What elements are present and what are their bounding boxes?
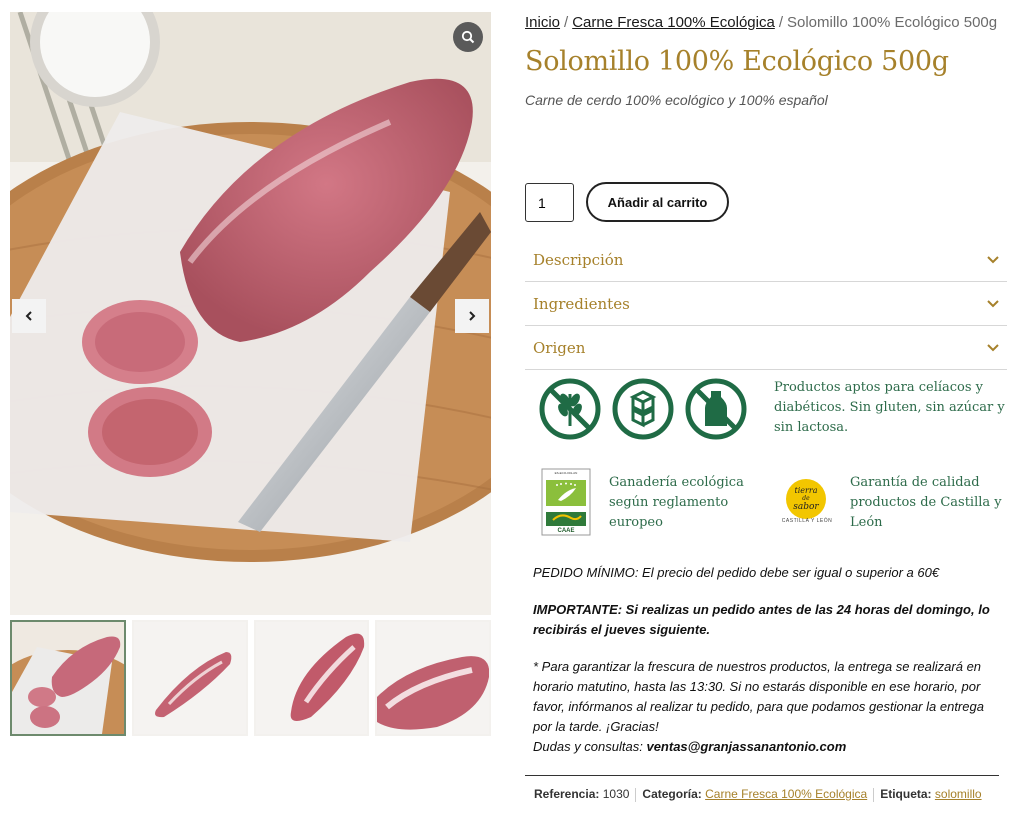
breadcrumb-category-link[interactable]: Carne Fresca 100% Ecológica	[572, 14, 775, 31]
accordion-origin[interactable]: Origen	[525, 326, 1007, 370]
eu-organic-certification-logo: ES-ECO-001-AN CAAE	[541, 468, 591, 536]
thumbnail-4[interactable]	[375, 620, 491, 736]
chevron-down-icon	[987, 343, 999, 351]
thumbnail-image	[255, 622, 368, 734]
thumbnail-1[interactable]	[10, 620, 126, 736]
diet-badges	[539, 378, 747, 440]
delivery-note-text: * Para garantizar la frescura de nuestro…	[533, 659, 984, 734]
breadcrumb: Inicio / Carne Fresca 100% Ecológica / Solom…	[525, 14, 997, 31]
contact-prefix: Dudas y consultas:	[533, 739, 643, 754]
breadcrumb-separator: /	[564, 14, 569, 31]
thumbnail-image	[377, 622, 490, 734]
magnifier-icon	[461, 30, 475, 44]
accordion-ingredients[interactable]: Ingredientes	[525, 282, 1007, 326]
logo-line: de	[802, 495, 810, 502]
delivery-important-notice: IMPORTANTE: Si realizas un pedido antes …	[533, 602, 990, 637]
sugar-free-icon	[612, 378, 674, 440]
quantity-input[interactable]	[525, 183, 574, 222]
logo-line: sabor	[793, 502, 819, 512]
eco-code-text: ES-ECO-001-AN	[555, 471, 578, 475]
contact-email[interactable]: ventas@granjassanantonio.com	[646, 739, 846, 754]
accordion-label: Origen	[533, 338, 586, 357]
meta-separator	[873, 787, 875, 802]
thumbnail-2[interactable]	[131, 620, 248, 736]
meta-divider	[525, 775, 999, 776]
accordion-label: Descripción	[533, 250, 624, 269]
pork-tenderloin-photo	[10, 12, 491, 615]
product-main-image[interactable]	[10, 12, 491, 615]
product-accordion: Descripción Ingredientes Origen	[525, 238, 1007, 370]
sku-label: Referencia:	[534, 787, 600, 801]
chevron-left-icon	[25, 311, 32, 321]
chevron-right-icon	[469, 311, 476, 321]
gluten-free-icon	[539, 378, 601, 440]
eco-certification-text: Ganadería ecológica según reglamento eur…	[609, 475, 744, 530]
category-link[interactable]: Carne Fresca 100% Ecológica	[705, 787, 867, 801]
logo-line: tierra	[795, 486, 818, 495]
tag-link[interactable]: solomillo	[935, 787, 982, 801]
product-subtitle: Carne de cerdo 100% ecológico y 100% esp…	[525, 92, 828, 108]
regional-certification-text: Garantía de calidad productos de Castill…	[850, 475, 1002, 530]
breadcrumb-home-link[interactable]: Inicio	[525, 14, 560, 31]
zoom-button[interactable]	[453, 22, 483, 52]
product-title: Solomillo 100% Ecológico 500g	[525, 46, 949, 77]
delivery-note: * Para garantizar la frescura de nuestro…	[533, 657, 999, 757]
caae-label: CAAE	[557, 528, 574, 534]
product-meta: Referencia: 1030 Categoría: Carne Fresca …	[534, 787, 982, 802]
tag-label: Etiqueta:	[880, 787, 932, 801]
category-label: Categoría:	[642, 787, 702, 801]
breadcrumb-current: Solomillo 100% Ecológico 500g	[786, 14, 998, 31]
thumbnail-image	[133, 622, 246, 734]
regional-logo-caption: CASTILLA Y LEÓN	[781, 518, 833, 524]
breadcrumb-separator: /	[778, 14, 783, 31]
chevron-down-icon	[987, 299, 999, 307]
minimum-order-notice: PEDIDO MÍNIMO: El precio del pedido debe…	[533, 565, 940, 580]
lactose-free-icon	[685, 378, 747, 440]
diet-badges-text: Productos aptos para celíacos y diabétic…	[774, 380, 1005, 435]
thumbnail-image	[12, 622, 124, 734]
gallery-next-button[interactable]	[455, 299, 489, 333]
chevron-down-icon	[987, 255, 999, 263]
gallery-prev-button[interactable]	[12, 299, 46, 333]
thumbnail-3[interactable]	[253, 620, 370, 736]
meta-separator	[635, 787, 637, 802]
thumbnail-strip	[10, 620, 491, 738]
add-to-cart-button[interactable]: Añadir al carrito	[586, 182, 729, 222]
sku-value: 1030	[602, 787, 630, 801]
accordion-description[interactable]: Descripción	[525, 238, 1007, 282]
accordion-label: Ingredientes	[533, 294, 630, 313]
